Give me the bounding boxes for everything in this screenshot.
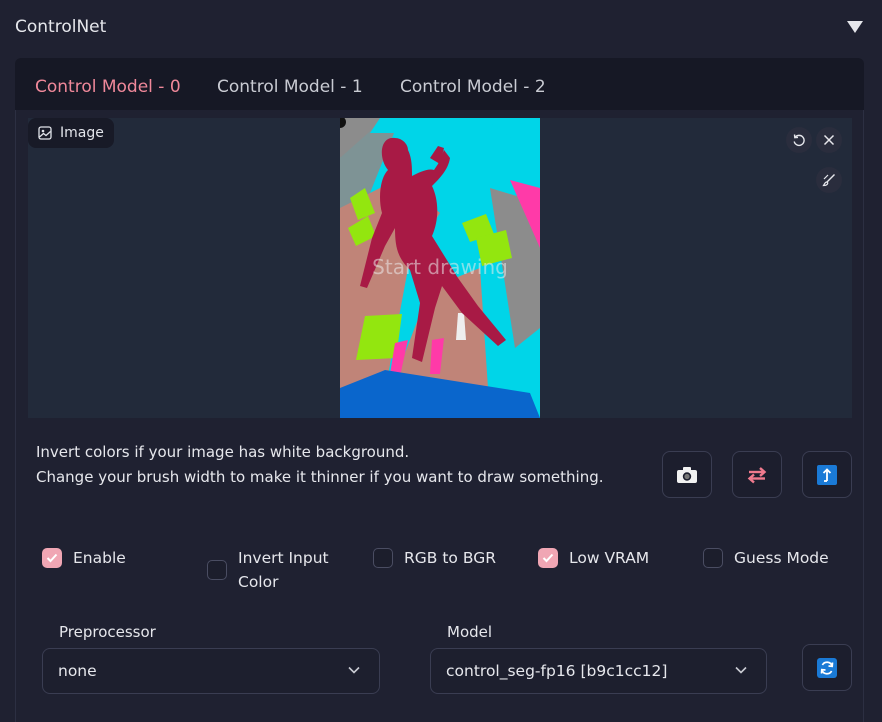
refresh-icon bbox=[817, 657, 837, 678]
image-label-chip: Image bbox=[28, 118, 114, 148]
undo-icon bbox=[793, 134, 805, 147]
preprocessor-value: none bbox=[58, 662, 97, 680]
triangle-down-icon[interactable] bbox=[846, 20, 864, 34]
chevron-down-icon bbox=[735, 666, 747, 674]
guess-mode-label: Guess Mode bbox=[734, 549, 829, 567]
tabs-bar: Control Model - 0 Control Model - 1 Cont… bbox=[15, 58, 864, 110]
rgb-to-bgr-checkbox[interactable]: RGB to BGR bbox=[373, 546, 496, 570]
guess-mode-checkbox[interactable]: Guess Mode bbox=[703, 546, 829, 570]
segmentation-image bbox=[340, 118, 540, 418]
brush-button[interactable] bbox=[816, 167, 842, 193]
tab-control-model-1[interactable]: Control Model - 1 bbox=[217, 77, 363, 97]
tab-control-model-0[interactable]: Control Model - 0 bbox=[35, 77, 181, 97]
image-label: Image bbox=[60, 125, 104, 141]
refresh-models-button[interactable] bbox=[802, 644, 852, 691]
chevron-down-icon bbox=[348, 666, 360, 674]
preprocessor-select[interactable]: none bbox=[42, 648, 380, 694]
upload-arrow-icon bbox=[817, 464, 837, 485]
brush-icon bbox=[822, 174, 835, 187]
swap-arrows-icon bbox=[747, 466, 767, 483]
image-icon bbox=[38, 126, 52, 140]
checkbox-checked[interactable] bbox=[538, 548, 558, 568]
camera-icon bbox=[677, 466, 697, 483]
enable-checkbox[interactable]: Enable bbox=[42, 546, 126, 570]
webcam-button[interactable] bbox=[662, 451, 712, 498]
low-vram-label: Low VRAM bbox=[569, 549, 650, 567]
invert-input-color-checkbox[interactable]: Invert Input Color bbox=[207, 546, 337, 594]
model-label: Model bbox=[447, 623, 493, 641]
checkbox-unchecked[interactable] bbox=[207, 560, 227, 580]
preprocessor-label: Preprocessor bbox=[59, 623, 156, 641]
undo-button[interactable] bbox=[786, 127, 812, 153]
rgb-to-bgr-label: RGB to BGR bbox=[404, 549, 496, 567]
panel-title: ControlNet bbox=[15, 17, 107, 37]
low-vram-checkbox[interactable]: Low VRAM bbox=[538, 546, 649, 570]
send-dimensions-button[interactable] bbox=[802, 451, 852, 498]
model-select[interactable]: control_seg-fp16 [b9c1cc12] bbox=[430, 648, 767, 694]
canvas-help-text: Invert colors if your image has white ba… bbox=[36, 440, 604, 490]
checkbox-unchecked[interactable] bbox=[373, 548, 393, 568]
help-line-2: Change your brush width to make it thinn… bbox=[36, 468, 604, 486]
model-value: control_seg-fp16 [b9c1cc12] bbox=[446, 662, 668, 680]
clear-canvas-button[interactable] bbox=[816, 127, 842, 153]
controlnet-panel-header[interactable]: ControlNet bbox=[0, 0, 882, 56]
invert-input-color-label: Invert Input Color bbox=[238, 549, 329, 591]
help-line-1: Invert colors if your image has white ba… bbox=[36, 443, 410, 461]
checkbox-unchecked[interactable] bbox=[703, 548, 723, 568]
mirror-webcam-button[interactable] bbox=[732, 451, 782, 498]
tab-control-model-2[interactable]: Control Model - 2 bbox=[400, 77, 546, 97]
checkbox-checked[interactable] bbox=[42, 548, 62, 568]
close-icon bbox=[823, 134, 835, 146]
enable-label: Enable bbox=[73, 549, 126, 567]
